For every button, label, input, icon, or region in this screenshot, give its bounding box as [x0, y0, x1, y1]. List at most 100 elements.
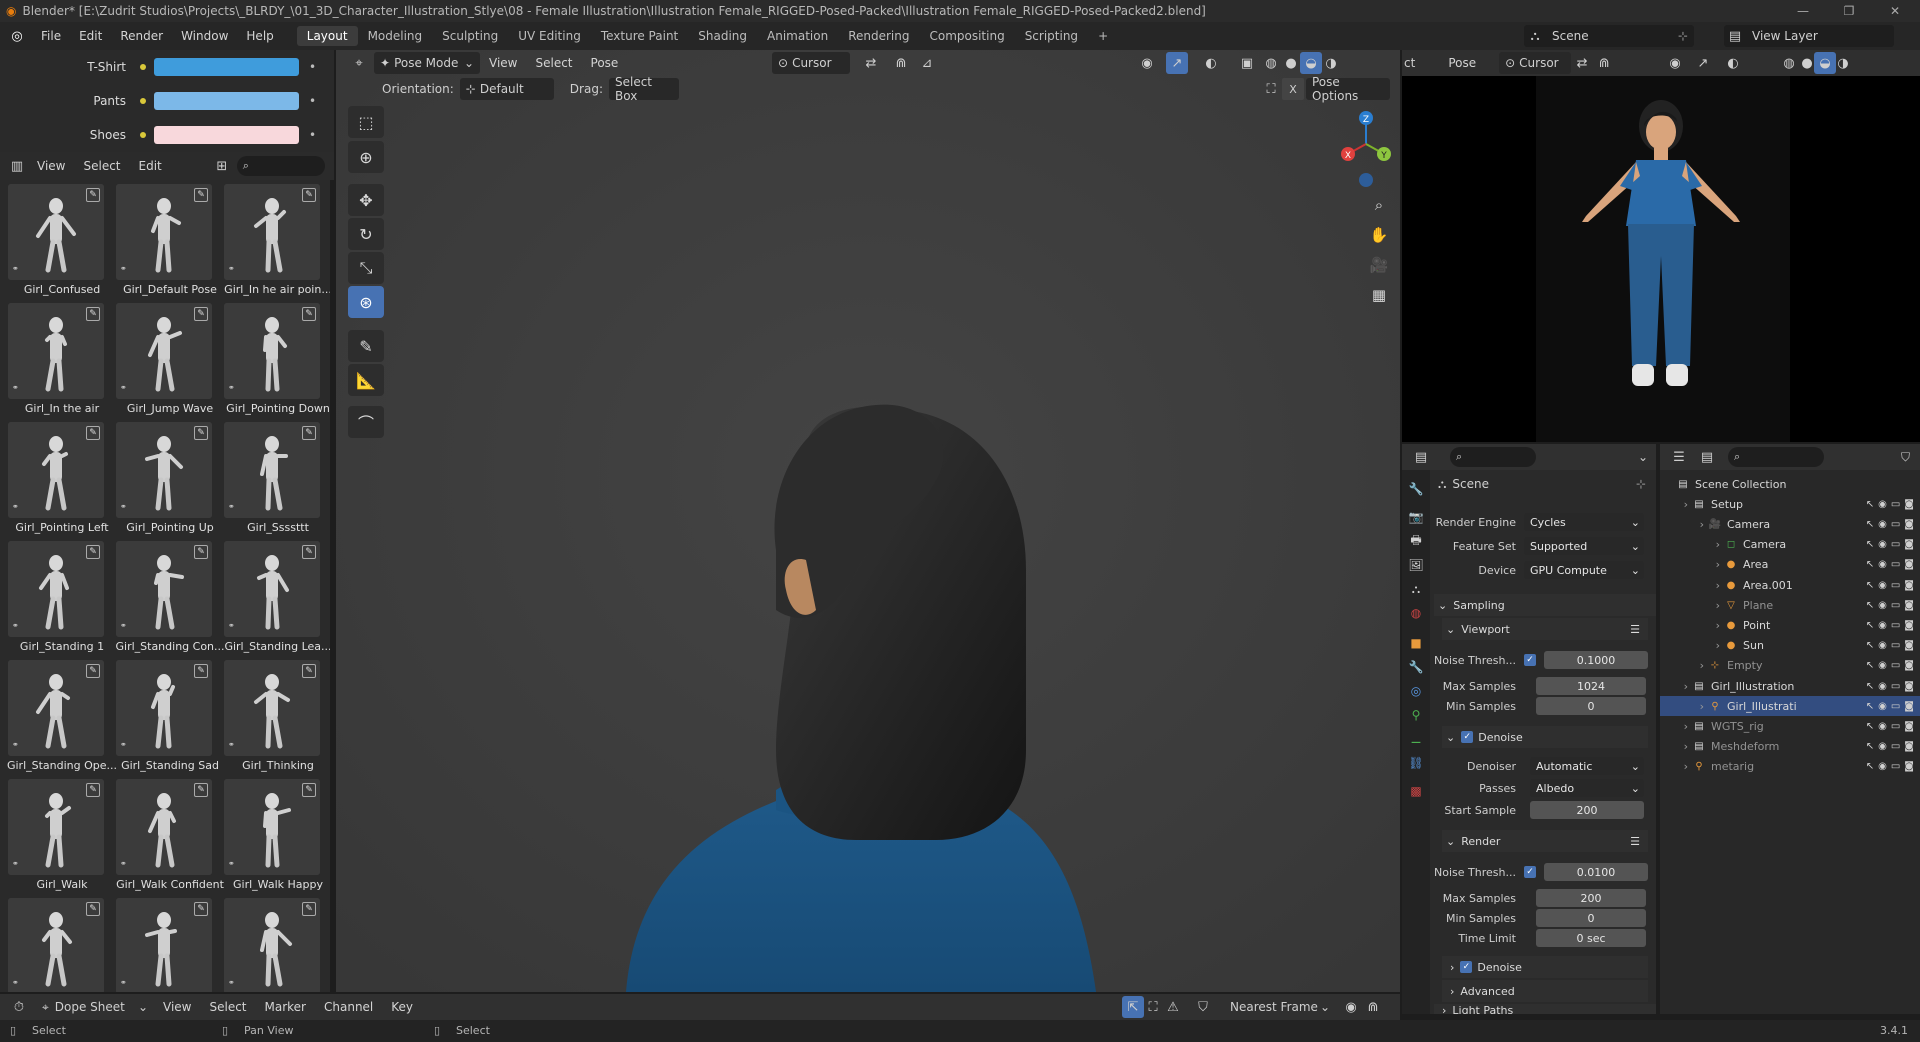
- material-shading-icon[interactable]: ◒: [1300, 52, 1322, 74]
- visibility-eye-icon[interactable]: ◉: [1878, 600, 1887, 611]
- menu-edit[interactable]: Edit: [70, 29, 111, 43]
- time-limit-field[interactable]: 0 sec: [1536, 929, 1646, 947]
- scale-tool-icon[interactable]: ⤡: [348, 252, 384, 284]
- render-tab-icon[interactable]: 📷: [1407, 508, 1425, 526]
- expand-arrow-icon[interactable]: ›: [1660, 558, 1724, 571]
- transform-icon[interactable]: ⇄: [1571, 52, 1593, 74]
- outliner-row[interactable]: › 🎥 Camera ↖ ◉ ▭ ◙: [1660, 514, 1920, 534]
- expand-arrow-icon[interactable]: ›: [1660, 498, 1692, 511]
- outliner-row[interactable]: › ● Area.001 ↖ ◉ ▭ ◙: [1660, 575, 1920, 595]
- outliner-row[interactable]: › ● Area ↖ ◉ ▭ ◙: [1660, 555, 1920, 575]
- view-layer-tab-icon[interactable]: 🖼: [1407, 556, 1425, 574]
- viewport-toggle-icon[interactable]: ▭: [1891, 539, 1900, 550]
- viewport-menu-view[interactable]: View: [480, 56, 526, 70]
- keyframe-dot-icon[interactable]: [140, 64, 146, 70]
- chevron-down-icon[interactable]: ⌄: [1638, 450, 1648, 464]
- edit-icon[interactable]: ✎: [194, 664, 208, 678]
- asset-item[interactable]: ✎ ⚭ Girl_Pointing Up: [116, 422, 224, 541]
- edit-icon[interactable]: ✎: [86, 307, 100, 321]
- display-mode-icon[interactable]: ⊞: [211, 155, 233, 177]
- rotate-tool-icon[interactable]: ↻: [348, 218, 384, 250]
- visibility-eye-icon[interactable]: ◉: [1878, 519, 1887, 530]
- snap-mode-dropdown[interactable]: Nearest Frame ⌄: [1224, 996, 1336, 1018]
- render-toggle-icon[interactable]: ◙: [1904, 580, 1914, 591]
- outliner-row[interactable]: › ⚲ metarig ↖ ◉ ▭ ◙: [1660, 757, 1920, 777]
- select-toggle-icon[interactable]: ↖: [1866, 519, 1874, 530]
- outliner-row[interactable]: › ⊹ Empty ↖ ◉ ▭ ◙: [1660, 656, 1920, 676]
- render-toggle-icon[interactable]: ◙: [1904, 600, 1914, 611]
- tshirt-color-swatch[interactable]: [154, 58, 299, 76]
- proportional-icon[interactable]: ◉: [1340, 996, 1362, 1018]
- measure-tool-icon[interactable]: 📐: [348, 364, 384, 396]
- camera-view-icon[interactable]: 🎥: [1366, 252, 1392, 278]
- edit-icon[interactable]: ✎: [302, 307, 316, 321]
- select-box-tool-icon[interactable]: ⬚: [348, 106, 384, 138]
- cursor-tool-icon[interactable]: ⊕: [348, 141, 384, 173]
- display-mode-icon[interactable]: ▤: [1696, 446, 1718, 468]
- vp-min-field[interactable]: 0: [1536, 697, 1646, 715]
- expand-arrow-icon[interactable]: ›: [1660, 700, 1708, 713]
- visibility-eye-icon[interactable]: ◉: [1878, 580, 1887, 591]
- 3d-viewport[interactable]: ⌖ ✦ Pose Mode ⌄ View Select Pose ⊙ Curso…: [336, 50, 1400, 992]
- select-toggle-icon[interactable]: ↖: [1866, 761, 1874, 772]
- dope-menu-marker[interactable]: Marker: [256, 1000, 315, 1014]
- expand-arrow-icon[interactable]: ›: [1660, 619, 1724, 632]
- close-button[interactable]: ✕: [1872, 0, 1918, 22]
- viewport-toggle-icon[interactable]: ▭: [1891, 761, 1900, 772]
- render-engine-dropdown[interactable]: Cycles ⌄: [1524, 513, 1644, 531]
- outliner-row[interactable]: › ● Sun ↖ ◉ ▭ ◙: [1660, 636, 1920, 656]
- output-tab-icon[interactable]: 🖶: [1407, 532, 1425, 550]
- select-toggle-icon[interactable]: ↖: [1866, 640, 1874, 651]
- expand-arrow-icon[interactable]: ›: [1660, 720, 1692, 733]
- viewport-toggle-icon[interactable]: ▭: [1891, 620, 1900, 631]
- select-toggle-icon[interactable]: ↖: [1866, 741, 1874, 752]
- blender-menu-icon[interactable]: ◎: [6, 25, 28, 47]
- asset-item[interactable]: ✎ ⚭ Girl_In the air: [8, 303, 116, 422]
- visibility-eye-icon[interactable]: ◉: [1878, 499, 1887, 510]
- dope-menu-view[interactable]: View: [154, 1000, 200, 1014]
- asset-item[interactable]: ✎ ⚭ Girl_Thinking: [224, 660, 330, 779]
- drag-dropdown[interactable]: Select Box: [608, 75, 679, 103]
- expand-arrow-icon[interactable]: ›: [1660, 659, 1708, 672]
- viewport-menu-pose[interactable]: Pose: [582, 56, 628, 70]
- editor-type-icon[interactable]: ⏱: [8, 996, 30, 1018]
- expand-arrow-icon[interactable]: ›: [1660, 740, 1692, 753]
- edit-icon[interactable]: ✎: [194, 902, 208, 916]
- rendered-shading-icon[interactable]: ◑: [1832, 52, 1854, 74]
- show-hidden-icon[interactable]: ⛶: [1142, 996, 1164, 1018]
- render-toggle-icon[interactable]: ◙: [1904, 620, 1914, 631]
- dope-mode-dropdown[interactable]: ⌖ Dope Sheet ⌄: [36, 996, 154, 1018]
- vp-noise-field[interactable]: 0.1000: [1544, 651, 1648, 669]
- orientation-dropdown[interactable]: ⊹ Default: [459, 78, 554, 100]
- expand-arrow-icon[interactable]: ›: [1660, 518, 1708, 531]
- edit-icon[interactable]: ✎: [302, 664, 316, 678]
- physics-tab-icon[interactable]: ◎: [1407, 682, 1425, 700]
- device-dropdown[interactable]: GPU Compute ⌄: [1524, 561, 1644, 579]
- list-icon[interactable]: ☰: [1630, 835, 1640, 848]
- keyframe-dot-icon[interactable]: [140, 98, 146, 104]
- render-toggle-icon[interactable]: ◙: [1904, 741, 1914, 752]
- start-sample-field[interactable]: 200: [1530, 801, 1644, 819]
- ortho-grid-icon[interactable]: ▦: [1366, 282, 1392, 308]
- annotate-tool-icon[interactable]: ✎: [348, 330, 384, 362]
- edit-icon[interactable]: ✎: [86, 426, 100, 440]
- object-tab-icon[interactable]: ■: [1407, 634, 1425, 652]
- r-denoise-subpanel-header[interactable]: › ✓ Denoise: [1442, 956, 1648, 978]
- gizmo-toggle-icon[interactable]: ↗: [1166, 52, 1188, 74]
- select-toggle-icon[interactable]: ↖: [1866, 620, 1874, 631]
- denoise-subpanel-header[interactable]: ⌄ ✓ Denoise: [1442, 726, 1648, 748]
- denoise-checkbox[interactable]: ✓: [1461, 731, 1474, 743]
- edit-icon[interactable]: ✎: [86, 545, 100, 559]
- viewport-toggle-icon[interactable]: ▭: [1891, 519, 1900, 530]
- pivot-dropdown[interactable]: ⊙ Cursor: [772, 52, 850, 74]
- auto-normalize-icon[interactable]: ⛶: [1260, 78, 1282, 100]
- editor-type-icon[interactable]: ▥: [6, 155, 28, 177]
- overlay-icon[interactable]: ◐: [1200, 52, 1222, 74]
- visibility-icon[interactable]: ◉: [1136, 52, 1158, 74]
- edit-icon[interactable]: ✎: [302, 783, 316, 797]
- edit-icon[interactable]: ✎: [302, 426, 316, 440]
- render-toggle-icon[interactable]: ◙: [1904, 681, 1914, 692]
- render-toggle-icon[interactable]: ◙: [1904, 721, 1914, 732]
- viewport-toggle-icon[interactable]: ▭: [1891, 741, 1900, 752]
- filter-icon[interactable]: ⛉: [1192, 996, 1214, 1018]
